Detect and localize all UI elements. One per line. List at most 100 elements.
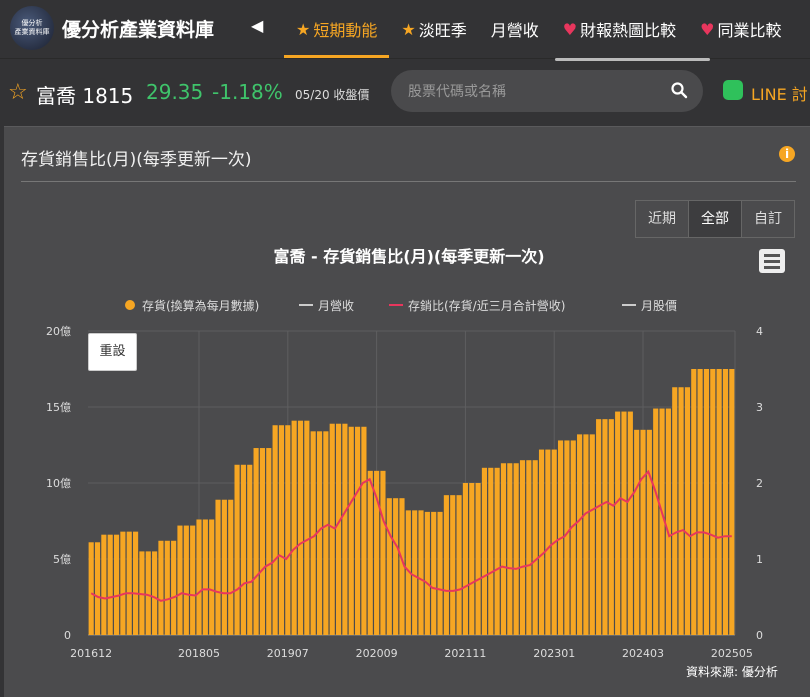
inventory-bar [177,525,183,635]
inventory-bar [278,425,285,635]
x-axis-tick: 202111 [444,647,486,660]
inventory-bar [329,423,335,635]
inventory-bar [240,464,246,635]
inventory-bar [640,429,646,635]
inventory-bar [507,463,513,635]
x-axis-tick: 202505 [711,647,753,660]
inventory-bar [355,426,361,635]
chart-title: 富喬 - 存貨銷售比(月)(每季更新一次) [273,247,544,266]
legend-marker [125,300,135,310]
inventory-bar [500,463,507,635]
inventory-bar [158,540,164,635]
left-axis-tick: 15億 [46,401,71,414]
inventory-bar [247,464,253,635]
legend-label: 存銷比(存貨/近三月合計營收) [408,298,565,313]
inventory-bar [145,551,151,635]
inventory-bar [627,411,633,635]
inventory-bar [684,387,690,635]
data-source: 資料來源: 優分析 [686,665,778,679]
inventory-bar [221,499,227,635]
inventory-bar [462,483,468,635]
inventory-bar [545,449,551,635]
x-axis-tick: 202403 [622,647,664,660]
inventory-bar [113,534,120,635]
inventory-bar [380,470,386,635]
inventory-bar [272,425,278,635]
inventory-bar [228,499,234,635]
inventory-bar [107,534,113,635]
inventory-bar [450,495,456,635]
inventory-bar [202,519,208,635]
inventory-bar [348,426,354,635]
inventory-bar [190,525,196,635]
legend-label: 月營收 [318,299,354,313]
inventory-bar [234,464,240,635]
inventory-bar [532,460,538,635]
inventory-bar [653,408,659,635]
inventory-bar [152,551,158,635]
inventory-bar [101,534,107,635]
inventory-bar [583,434,589,635]
inventory-bar [431,511,437,635]
inventory-bar [475,483,481,635]
right-axis-tick: 0 [756,629,763,642]
inventory-bar [133,531,139,635]
inventory-bar [412,510,418,635]
left-axis-tick: 20億 [46,325,71,338]
inventory-bar [291,420,297,635]
inventory-bar [418,510,424,635]
inventory-bar [393,498,399,635]
inventory-bar [367,470,373,635]
left-axis-tick: 5億 [53,553,71,566]
x-axis-tick: 201907 [267,647,309,660]
inventory-bar [564,440,570,635]
inventory-bar [120,531,126,635]
reset-zoom-button[interactable]: 重設 [88,333,137,371]
inventory-bar [615,411,621,635]
right-axis-tick: 1 [756,553,763,566]
inventory-bar [665,408,671,635]
x-axis-tick: 201805 [178,647,220,660]
inventory-bar [538,449,545,635]
right-axis-tick: 3 [756,401,763,414]
inventory-bar [253,448,259,635]
inventory-bar [722,369,729,635]
inventory-bar [342,423,348,635]
inventory-bar [361,426,367,635]
inventory-bar [589,434,595,635]
inventory-bar [323,431,329,635]
inventory-bar [526,460,532,635]
legend-label: 存貨(換算為每月數據) [142,298,259,313]
x-axis-tick: 202009 [356,647,398,660]
right-axis-tick: 4 [756,325,763,338]
inventory-bar [285,425,291,635]
inventory-bar [513,463,519,635]
inventory-bar [171,540,177,635]
inventory-bar [481,467,488,635]
left-axis-tick: 10億 [46,477,71,490]
inventory-bar [469,483,475,635]
right-axis-tick: 2 [756,477,763,490]
inventory-bar [488,467,494,635]
inventory-bar [456,495,462,635]
inventory-bar [729,369,735,635]
inventory-bar [183,525,189,635]
inventory-bar [678,387,684,635]
inventory-bar [570,440,576,635]
inventory-bar [88,542,94,635]
inventory-bar [443,495,449,635]
inventory-bar [196,519,202,635]
inventory-bar [310,431,316,635]
inventory-bar [697,369,703,635]
inventory-bar [602,419,608,635]
inventory-bar [94,542,101,635]
inventory-bar [215,499,221,635]
inventory-bar [335,423,342,635]
inventory-bar [634,429,640,635]
inventory-bar [621,411,627,635]
inventory-bar [716,369,722,635]
inventory-bar [297,420,304,635]
inventory-bar [209,519,215,635]
inventory-bar [494,467,500,635]
x-axis-tick: 202301 [533,647,575,660]
